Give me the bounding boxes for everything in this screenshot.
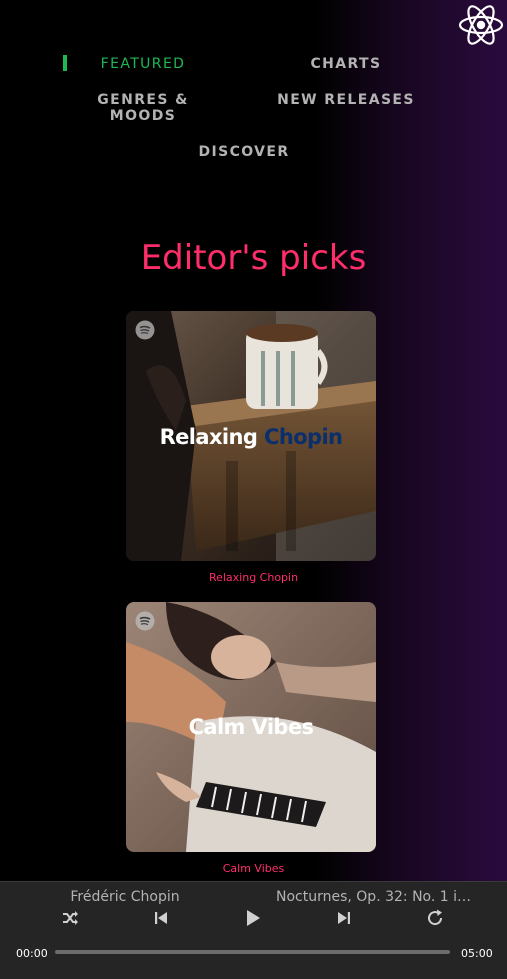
duration: 05:00 (461, 947, 493, 960)
play-icon[interactable] (242, 907, 264, 929)
cover-title-main: Relaxing (159, 425, 258, 449)
skip-previous-icon[interactable] (150, 907, 172, 929)
nav-charts[interactable]: CHARTS (280, 56, 412, 72)
playlist-card-calm-vibes[interactable]: Calm Vibes (126, 602, 376, 852)
nav-discover[interactable]: DISCOVER (184, 144, 304, 160)
now-playing-track: Nocturnes, Op. 32: No. 1 in B... (276, 889, 472, 905)
nav-new-releases[interactable]: NEW RELEASES (270, 92, 422, 108)
card-caption-calm-vibes[interactable]: Calm Vibes (0, 862, 507, 875)
repeat-icon[interactable] (424, 907, 446, 929)
spotify-icon (135, 320, 155, 340)
now-playing-artist: Frédéric Chopin (70, 889, 180, 905)
section-title: Editor's picks (140, 238, 367, 278)
cover-title: Relaxing Chopin (126, 425, 376, 449)
current-time: 00:00 (16, 947, 48, 960)
skip-next-icon[interactable] (333, 907, 355, 929)
playlist-card-relaxing-chopin[interactable]: Relaxing Chopin (126, 311, 376, 561)
card-caption-relaxing-chopin[interactable]: Relaxing Chopin (0, 571, 507, 584)
player-bar: Frédéric Chopin Nocturnes, Op. 32: No. 1… (0, 881, 507, 979)
shuffle-icon[interactable] (59, 907, 81, 929)
cover-title: Calm Vibes (126, 715, 376, 739)
spotify-icon (135, 611, 155, 631)
nav-genres-line2: MOODS (109, 108, 177, 124)
main-nav: FEATURED CHARTS GENRES & MOODS NEW RELEA… (0, 0, 507, 180)
active-indicator (63, 55, 67, 71)
cover-title-main: Calm Vibes (188, 715, 314, 739)
nav-featured[interactable]: FEATURED (82, 56, 204, 72)
cover-title-accent: Chopin (264, 425, 343, 449)
nav-genres-moods[interactable]: GENRES & MOODS (82, 92, 204, 124)
nav-genres-line1: GENRES & (97, 92, 189, 108)
progress-bar[interactable] (55, 950, 450, 954)
